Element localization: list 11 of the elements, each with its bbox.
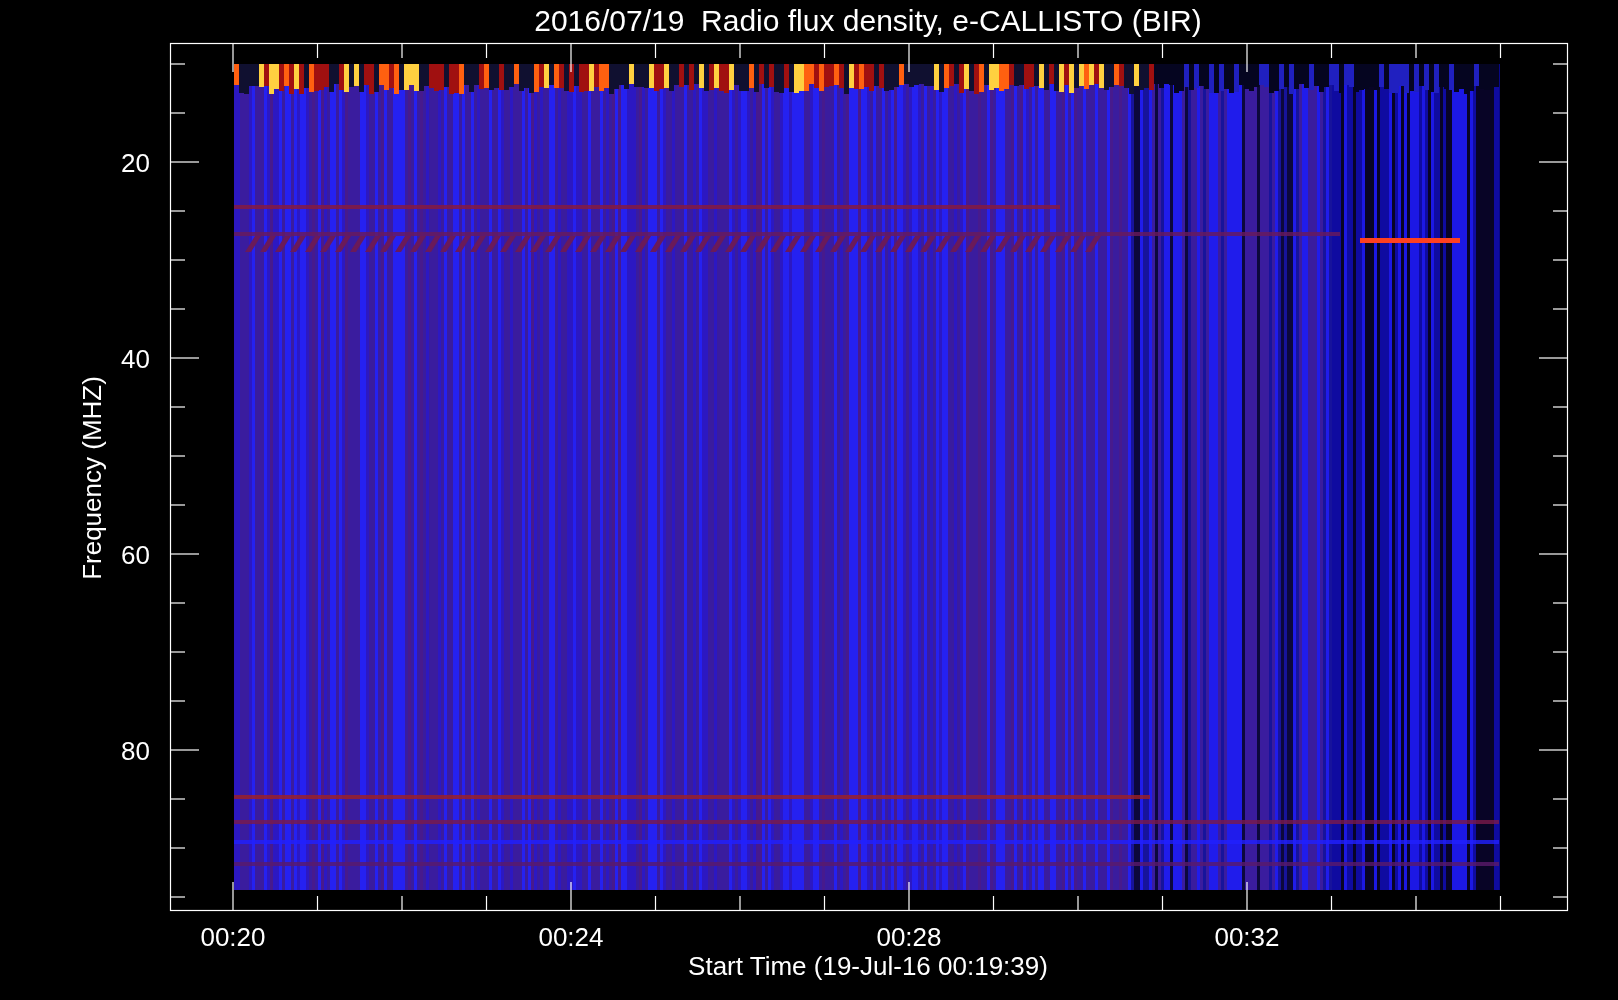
tick-label: 60 [121, 540, 150, 570]
tick-label: 20 [121, 148, 150, 178]
tick-label: 00:28 [876, 922, 942, 952]
tick-label: 00:32 [1214, 922, 1280, 952]
axis-label: Frequency (MHZ) [77, 376, 107, 580]
tick-label: 00:24 [538, 922, 604, 952]
axis-label: Start Time (19-Jul-16 00:19:39) [688, 951, 1048, 981]
tick-label: 00:20 [200, 922, 266, 952]
tick-label: 80 [121, 736, 150, 766]
tick-label: 40 [121, 344, 150, 374]
chart-title: 2016/07/19 Radio flux density, e-CALLISTO (BIR) [534, 4, 1202, 37]
